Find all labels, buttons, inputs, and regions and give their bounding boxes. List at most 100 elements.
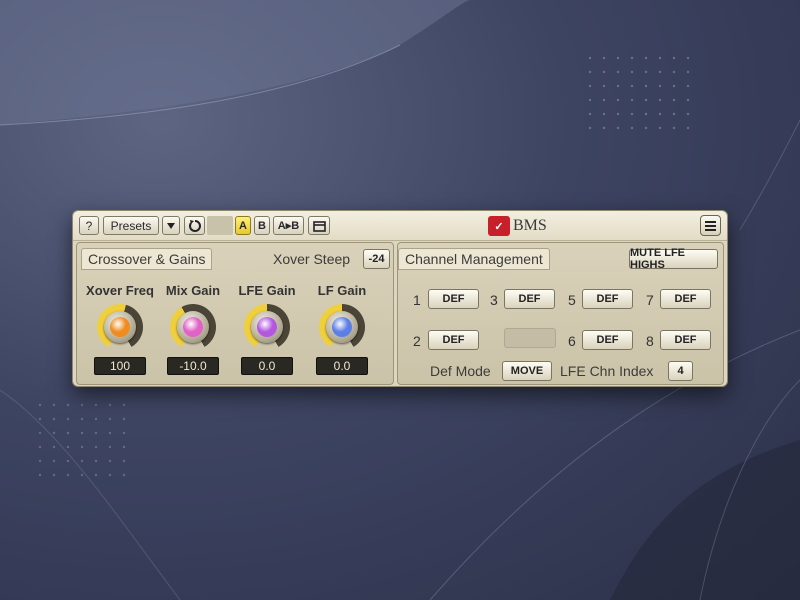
- channel-5-button[interactable]: DEF: [582, 289, 633, 309]
- knob-value-display[interactable]: 0.0: [316, 357, 368, 375]
- dot: [38, 403, 42, 407]
- dot: [602, 112, 606, 116]
- dot: [630, 98, 634, 102]
- dot: [616, 112, 620, 116]
- dot: [686, 70, 690, 74]
- compare-button[interactable]: [308, 216, 330, 235]
- knob-value-display[interactable]: 0.0: [241, 357, 293, 375]
- dot: [66, 417, 70, 421]
- dot: [686, 98, 690, 102]
- knob[interactable]: [170, 304, 216, 350]
- lfe-chn-index-value[interactable]: 4: [668, 361, 693, 381]
- channel-management-tab[interactable]: Channel Management: [398, 248, 550, 270]
- channel-number: 8: [646, 333, 654, 349]
- knob[interactable]: [319, 304, 365, 350]
- dot: [108, 403, 112, 407]
- knob[interactable]: [97, 304, 143, 350]
- window-icon: [312, 220, 326, 232]
- knob-value-display[interactable]: -10.0: [167, 357, 219, 375]
- presets-button[interactable]: Presets: [103, 216, 159, 235]
- hamburger-icon: [705, 220, 716, 223]
- dot: [616, 126, 620, 130]
- dot: [644, 70, 648, 74]
- dot: [672, 56, 676, 60]
- dot: [658, 126, 662, 130]
- channel-number: 2: [413, 333, 421, 349]
- def-mode-button[interactable]: MOVE: [502, 361, 552, 381]
- knob-value-display[interactable]: 100: [94, 357, 146, 375]
- dot: [66, 431, 70, 435]
- dot: [602, 84, 606, 88]
- channel-number: 6: [568, 333, 576, 349]
- dot: [588, 98, 592, 102]
- knob-label: LFE Gain: [238, 283, 296, 298]
- dot: [644, 112, 648, 116]
- dot: [80, 417, 84, 421]
- dot: [644, 98, 648, 102]
- dot: [108, 445, 112, 449]
- dot: [602, 56, 606, 60]
- def-mode-label: Def Mode: [430, 363, 491, 379]
- toolbar: ? Presets A B A▸B ✓ BMS: [73, 211, 727, 241]
- channel-number: 1: [413, 292, 421, 308]
- channel-7-button[interactable]: DEF: [660, 289, 711, 309]
- dot: [602, 70, 606, 74]
- toolbar-spacer: [207, 216, 233, 235]
- dot: [122, 445, 126, 449]
- channel-1-button[interactable]: DEF: [428, 289, 479, 309]
- dot: [66, 459, 70, 463]
- dot: [672, 112, 676, 116]
- menu-button[interactable]: [700, 215, 721, 236]
- dot: [94, 459, 98, 463]
- dot: [602, 98, 606, 102]
- undo-icon: [188, 219, 201, 232]
- dot: [588, 126, 592, 130]
- dot: [108, 417, 112, 421]
- channel-panel: Channel Management MUTE LFE HIGHS 1 DEF …: [397, 242, 724, 385]
- dot: [66, 473, 70, 477]
- dot: [658, 112, 662, 116]
- dot: [52, 403, 56, 407]
- dot: [94, 403, 98, 407]
- channel-2-button[interactable]: DEF: [428, 330, 479, 350]
- dot: [108, 459, 112, 463]
- help-button[interactable]: ?: [79, 216, 99, 235]
- channel-6-button[interactable]: DEF: [582, 330, 633, 350]
- dot: [80, 431, 84, 435]
- dot: [658, 98, 662, 102]
- knob-indicator: [332, 317, 352, 337]
- dot: [630, 70, 634, 74]
- channel-number: 7: [646, 292, 654, 308]
- xover-steep-label: Xover Steep: [273, 251, 351, 267]
- copy-a-to-b-button[interactable]: A▸B: [273, 216, 304, 235]
- xover-steep-value[interactable]: -24: [363, 249, 390, 269]
- mute-lfe-highs-button[interactable]: MUTE LFE HIGHS: [629, 247, 718, 271]
- dot: [122, 417, 126, 421]
- dot: [80, 459, 84, 463]
- brand-label: BMS: [513, 217, 547, 234]
- crossover-tab[interactable]: Crossover & Gains: [81, 248, 213, 270]
- channel-number: 5: [568, 292, 576, 308]
- dot: [672, 70, 676, 74]
- dot: [588, 84, 592, 88]
- presets-dropdown-button[interactable]: [162, 216, 180, 235]
- knob[interactable]: [244, 304, 290, 350]
- dot: [94, 473, 98, 477]
- preset-b-button[interactable]: B: [254, 216, 270, 235]
- triangle-down-icon: [167, 222, 175, 229]
- preset-a-button[interactable]: A: [235, 216, 251, 235]
- dot: [52, 459, 56, 463]
- dot: [588, 70, 592, 74]
- dot: [122, 431, 126, 435]
- dot: [38, 445, 42, 449]
- knob-indicator: [110, 317, 130, 337]
- undo-button[interactable]: [184, 216, 205, 235]
- dot: [80, 473, 84, 477]
- dot: [66, 403, 70, 407]
- channel-8-button[interactable]: DEF: [660, 330, 711, 350]
- dot: [52, 417, 56, 421]
- hamburger-icon-line: [705, 228, 716, 231]
- dot: [94, 445, 98, 449]
- dot: [616, 70, 620, 74]
- channel-3-button[interactable]: DEF: [504, 289, 555, 309]
